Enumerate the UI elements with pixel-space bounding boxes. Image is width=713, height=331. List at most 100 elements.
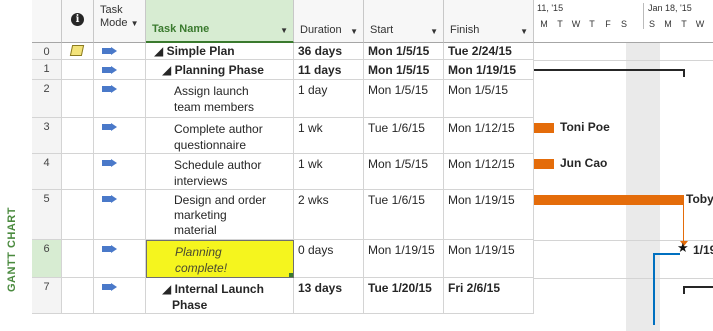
task-name-header-label: Task Name: [152, 23, 210, 35]
duration-header-label: Duration: [300, 24, 342, 36]
duration-cell[interactable]: 0 days: [294, 240, 364, 278]
task-bar[interactable]: [534, 195, 684, 205]
task-mode-cell[interactable]: [94, 190, 146, 240]
task-mode-cell[interactable]: [94, 278, 146, 314]
task-mode-header-line2: Mode: [100, 17, 128, 29]
indicators-column-header[interactable]: i: [62, 0, 94, 43]
finish-cell[interactable]: Mon 1/19/15: [444, 60, 534, 80]
timescale-day: W: [571, 19, 581, 29]
task-name-cell[interactable]: ◢ Simple Plan: [146, 43, 294, 60]
task-name-cell[interactable]: ◢ Internal Launch Phase: [146, 278, 294, 314]
start-cell[interactable]: Mon 1/19/15: [364, 240, 444, 278]
finish-column-header[interactable]: Finish ▼: [444, 0, 534, 43]
task-name-line: Design and order: [174, 193, 267, 207]
timescale-week-label: 11, '15: [537, 3, 564, 13]
timescale-header[interactable]: 11, '15 Jan 18, '15 M T W T F S S M T W: [534, 0, 713, 43]
row-number[interactable]: 5: [32, 190, 62, 240]
task-name-cell-selected[interactable]: Planning complete!: [146, 240, 294, 278]
start-cell[interactable]: Mon 1/5/15: [364, 43, 444, 60]
task-name-cell[interactable]: ◢ Planning Phase: [146, 60, 294, 80]
gantt-chart-pane[interactable]: 11, '15 Jan 18, '15 M T W T F S S M T W …: [534, 0, 713, 331]
start-cell[interactable]: Tue 1/20/15: [364, 278, 444, 314]
auto-schedule-icon: [102, 123, 117, 131]
duration-cell[interactable]: 36 days: [294, 43, 364, 60]
task-name-column-header[interactable]: Task Name ▼: [146, 0, 294, 43]
duration-cell[interactable]: 1 day: [294, 80, 364, 118]
row-number[interactable]: 6: [32, 240, 62, 278]
task-mode-cell[interactable]: [94, 118, 146, 154]
task-mode-cell[interactable]: [94, 154, 146, 190]
task-name-line: Phase: [172, 298, 208, 312]
indicators-cell: [62, 240, 94, 278]
timescale-day: S: [620, 19, 627, 29]
summary-bar[interactable]: [534, 69, 685, 71]
finish-cell[interactable]: Fri 2/6/15: [444, 278, 534, 314]
resource-label: Toby: [686, 192, 713, 206]
select-all-corner[interactable]: [32, 0, 62, 43]
start-cell[interactable]: Mon 1/5/15: [364, 154, 444, 190]
auto-schedule-icon: [102, 47, 117, 55]
task-bar[interactable]: [534, 123, 554, 133]
chevron-down-icon: ▼: [280, 26, 288, 35]
finish-cell[interactable]: Tue 2/24/15: [444, 43, 534, 60]
indicators-cell: [62, 154, 94, 190]
finish-cell[interactable]: Mon 1/19/15: [444, 240, 534, 278]
auto-schedule-icon: [102, 283, 117, 291]
indicators-cell: [62, 60, 94, 80]
task-name-line: marketing: [174, 208, 227, 222]
indicators-cell: [62, 43, 94, 60]
start-cell[interactable]: Mon 1/5/15: [364, 80, 444, 118]
finish-cell[interactable]: Mon 1/12/15: [444, 154, 534, 190]
start-cell[interactable]: Mon 1/5/15: [364, 60, 444, 80]
start-header-label: Start: [370, 24, 394, 36]
duration-cell[interactable]: 1 wk: [294, 154, 364, 190]
finish-cell[interactable]: Mon 1/5/15: [444, 80, 534, 118]
finish-cell[interactable]: Mon 1/12/15: [444, 118, 534, 154]
task-bar[interactable]: [534, 159, 554, 169]
view-bar-label: GANTT CHART: [6, 207, 18, 292]
note-icon: [69, 45, 85, 56]
duration-cell[interactable]: 2 wks: [294, 190, 364, 240]
auto-schedule-icon: [102, 245, 117, 253]
task-name-cell[interactable]: Schedule author interviews: [146, 154, 294, 190]
row-number[interactable]: 3: [32, 118, 62, 154]
summary-bar-end: [683, 69, 685, 77]
task-name-cell[interactable]: Assign launch team members: [146, 80, 294, 118]
timescale-day: S: [648, 19, 655, 29]
row-number[interactable]: 1: [32, 60, 62, 80]
timescale-day: W: [695, 19, 705, 29]
duration-cell[interactable]: 11 days: [294, 60, 364, 80]
timescale-day: T: [557, 19, 563, 29]
task-mode-cell[interactable]: [94, 240, 146, 278]
row-number[interactable]: 4: [32, 154, 62, 190]
finish-cell[interactable]: Mon 1/19/15: [444, 190, 534, 240]
task-name-cell[interactable]: Design and order marketing material: [146, 190, 294, 240]
info-icon: i: [71, 13, 84, 26]
duration-column-header[interactable]: Duration ▼: [294, 0, 364, 43]
task-mode-cell[interactable]: [94, 80, 146, 118]
row-number[interactable]: 2: [32, 80, 62, 118]
callout-pointer-stem: [653, 253, 655, 325]
duration-cell[interactable]: 13 days: [294, 278, 364, 314]
start-cell[interactable]: Tue 1/6/15: [364, 118, 444, 154]
duration-cell[interactable]: 1 wk: [294, 118, 364, 154]
task-mode-header-line1: Task: [100, 4, 123, 16]
start-column-header[interactable]: Start ▼: [364, 0, 444, 43]
task-mode-cell[interactable]: [94, 43, 146, 60]
view-bar[interactable]: GANTT CHART: [0, 0, 32, 331]
task-name-cell[interactable]: Complete author questionnaire: [146, 118, 294, 154]
dependency-link: [683, 205, 684, 243]
start-cell[interactable]: Tue 1/6/15: [364, 190, 444, 240]
task-name-line: material: [174, 223, 217, 237]
task-name-line: Planning: [175, 245, 222, 259]
chevron-down-icon: ▼: [520, 27, 528, 36]
row-number[interactable]: 0: [32, 43, 62, 60]
summary-bar[interactable]: [683, 286, 713, 288]
task-name-line: Schedule author: [174, 158, 262, 172]
task-name-line: team members: [174, 100, 255, 114]
callout-pointer: [653, 253, 680, 255]
task-mode-cell[interactable]: [94, 60, 146, 80]
task-mode-column-header[interactable]: Task Mode ▼: [94, 0, 146, 43]
task-mode-header-line2-wrap: Mode ▼: [100, 17, 139, 29]
row-number[interactable]: 7: [32, 278, 62, 314]
